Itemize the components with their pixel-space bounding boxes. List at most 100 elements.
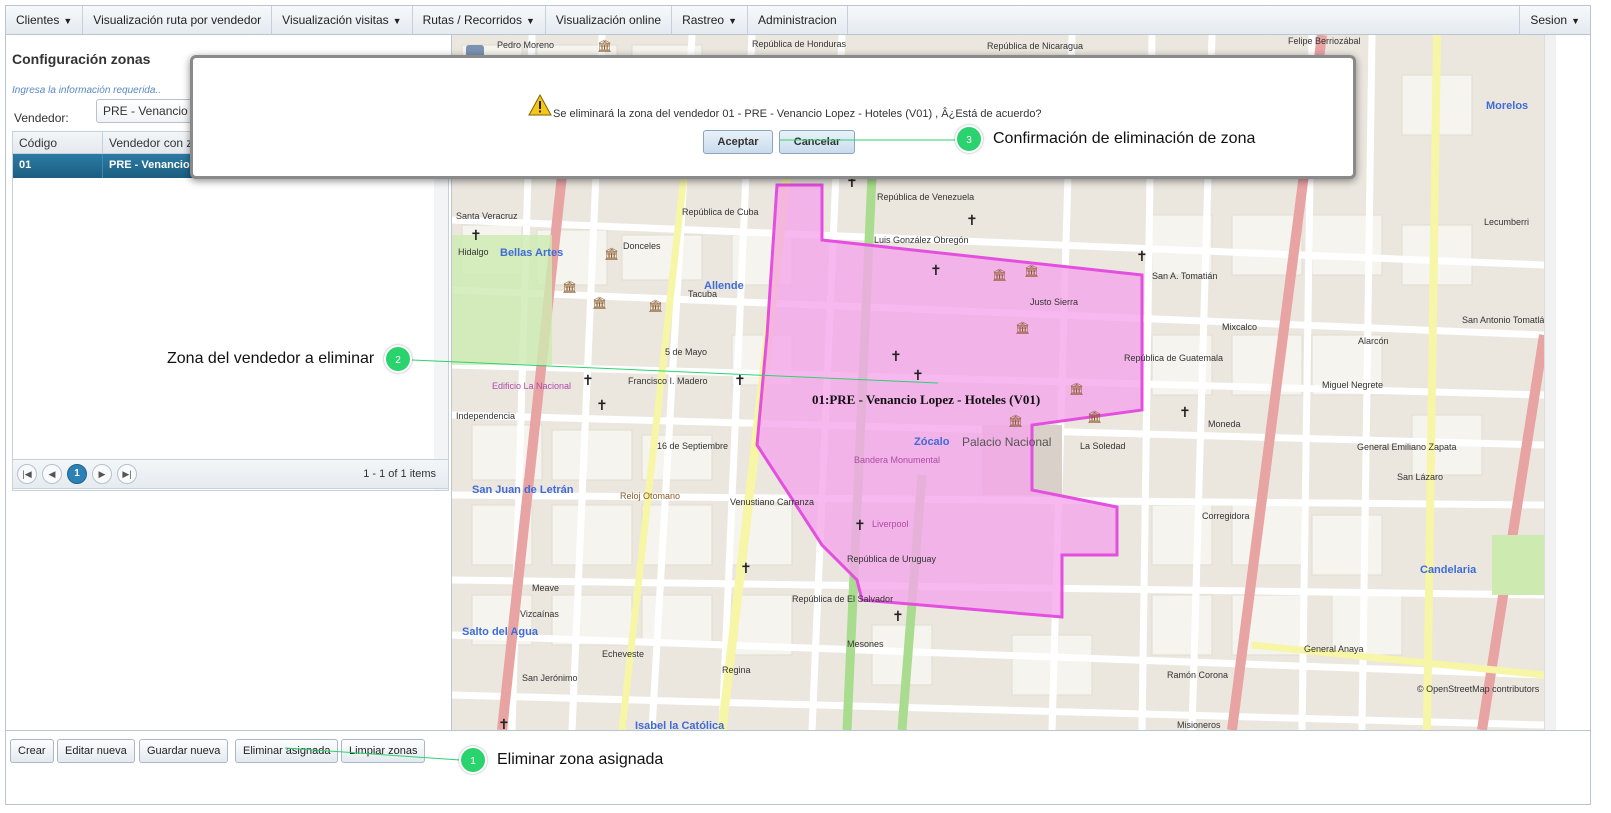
prev-page-icon: ◀ (48, 469, 56, 479)
create-button[interactable]: Crear (10, 739, 54, 763)
grid-pager: |◀ ◀ 1 ▶ ▶| 1 - 1 of 1 items (12, 459, 449, 489)
street-label: Corregidora (1202, 511, 1250, 521)
callout-text: Zona del vendedor a eliminar (167, 350, 375, 367)
vendor-label: Vendedor: (14, 111, 69, 125)
chevron-down-icon: ▼ (392, 16, 402, 26)
museum-icon: 🏛 (648, 299, 663, 313)
street-label: Mesones (847, 639, 884, 649)
street-label: San Jerónimo (522, 673, 578, 683)
street-label: Mixcalco (1222, 322, 1257, 332)
cell-code: 01 (13, 154, 103, 178)
map-attribution[interactable]: © OpenStreetMap contributors (1417, 684, 1540, 694)
place-label: Liverpool (872, 519, 909, 529)
street-label: 16 de Septiembre (657, 441, 728, 451)
last-page-button[interactable]: ▶| (117, 464, 137, 484)
church-icon: ✝ (740, 561, 752, 577)
museum-icon: 🏛 (592, 296, 607, 310)
street-label: Moneda (1208, 419, 1241, 429)
street-label: Regina (722, 665, 751, 675)
street-label: San Lázaro (1397, 472, 1443, 482)
menu-sesion[interactable]: Sesion ▼ (1519, 6, 1590, 34)
accept-button[interactable]: Aceptar (703, 130, 773, 154)
chevron-down-icon: ▼ (728, 16, 738, 26)
confirm-dialog: Se eliminará la zona del vendedor 01 - P… (190, 55, 1356, 179)
menu-visualizacion-online[interactable]: Visualización online (546, 6, 673, 34)
callout-text: Eliminar zona asignada (497, 751, 664, 768)
church-icon: ✝ (1179, 405, 1191, 421)
column-header-code[interactable]: Código (13, 132, 103, 153)
street-label: 5 de Mayo (665, 347, 707, 357)
place-label: Isabel la Católica (635, 720, 725, 730)
street-label: República de Uruguay (847, 554, 937, 564)
church-icon: ✝ (498, 717, 510, 730)
edit-button[interactable]: Editar nueva (57, 739, 135, 763)
map-scrollbar[interactable] (1544, 35, 1556, 747)
place-label: Edificio La Nacional (492, 381, 571, 391)
panel-title: Configuración zonas (12, 51, 151, 67)
menu-visualizacion-visitas[interactable]: Visualización visitas ▼ (272, 6, 413, 34)
street-label: Luis González Obregón (874, 235, 969, 245)
zone-label: 01:PRE - Venancio Lopez - Hoteles (V01) (812, 392, 1040, 407)
street-label: San A. Tomatián (1152, 271, 1217, 281)
next-page-button[interactable]: ▶ (92, 464, 112, 484)
church-icon: ✝ (854, 518, 866, 534)
street-label: Echeveste (602, 649, 644, 659)
pager-info: 1 - 1 of 1 items (363, 468, 436, 480)
museum-icon: 🏛 (604, 247, 619, 261)
clear-zones-button[interactable]: Limpiar zonas (341, 739, 426, 763)
place-label: Zócalo (914, 436, 950, 448)
street-label: República de Cuba (682, 207, 759, 217)
place-label: Salto del Agua (462, 626, 539, 638)
last-page-icon: ▶| (122, 469, 132, 479)
street-label: Miguel Negrete (1322, 380, 1383, 390)
prev-page-button[interactable]: ◀ (42, 464, 62, 484)
place-label: Palacio Nacional (962, 435, 1051, 449)
chevron-down-icon: ▼ (1571, 16, 1580, 26)
callout-badge: 3 (955, 125, 983, 153)
street-label: República de Honduras (752, 39, 847, 49)
grid-scrollbar[interactable] (434, 154, 448, 490)
callout-text: Confirmación de eliminación de zona (993, 130, 1256, 147)
church-icon: ✝ (470, 228, 482, 244)
museum-icon: 🏛 (1008, 414, 1023, 428)
menu-rastreo[interactable]: Rastreo ▼ (672, 6, 749, 34)
chevron-down-icon: ▼ (63, 16, 73, 26)
bottom-toolbar: Crear Editar nueva Guardar nueva Elimina… (6, 730, 1590, 780)
museum-icon: 🏛 (1087, 410, 1102, 424)
street-label: Independencia (456, 411, 515, 421)
street-label: Vizcaínas (520, 609, 559, 619)
delete-zone-button[interactable]: Eliminar asignada (235, 739, 339, 763)
place-label: Candelaria (1420, 564, 1477, 576)
museum-icon: 🏛 (992, 268, 1007, 282)
menu-administracion[interactable]: Administracion (748, 6, 848, 34)
street-label: San Antonio Tomatlán (1462, 315, 1544, 325)
place-label: Bandera Monumental (854, 455, 940, 465)
museum-icon: 🏛 (1069, 382, 1084, 396)
street-label: República de El Salvador (792, 594, 893, 604)
menu-rutas-recorridos[interactable]: Rutas / Recorridos ▼ (413, 6, 546, 34)
callout-badge: 1 (459, 746, 487, 774)
church-icon: ✝ (734, 373, 746, 389)
church-icon: ✝ (892, 609, 904, 625)
street-label: General Anaya (1304, 644, 1364, 654)
menu-visualizacion-ruta[interactable]: Visualización ruta por vendedor (83, 6, 273, 34)
street-label: Meave (532, 583, 559, 593)
dialog-message: Se eliminará la zona del vendedor 01 - P… (553, 108, 1042, 120)
street-label: Francisco I. Madero (628, 376, 708, 386)
church-icon: ✝ (930, 263, 942, 279)
first-page-button[interactable]: |◀ (17, 464, 37, 484)
church-icon: ✝ (890, 349, 902, 365)
save-button[interactable]: Guardar nueva (139, 739, 229, 763)
street-label: Felipe Berriozábal (1288, 36, 1361, 46)
panel-hint: Ingresa la información requerida.. (12, 85, 161, 96)
museum-icon: 🏛 (1015, 321, 1030, 335)
menu-clientes[interactable]: Clientes ▼ (6, 6, 84, 34)
museum-icon: 🏛 (597, 39, 612, 53)
place-label: Bellas Artes (500, 247, 563, 259)
page-number-button[interactable]: 1 (67, 464, 87, 484)
first-page-icon: |◀ (22, 469, 32, 479)
church-icon: ✝ (582, 373, 594, 389)
street-label: Santa Veracruz (456, 211, 518, 221)
museum-icon: 🏛 (562, 280, 577, 294)
cancel-button[interactable]: Cancelar (779, 130, 855, 154)
